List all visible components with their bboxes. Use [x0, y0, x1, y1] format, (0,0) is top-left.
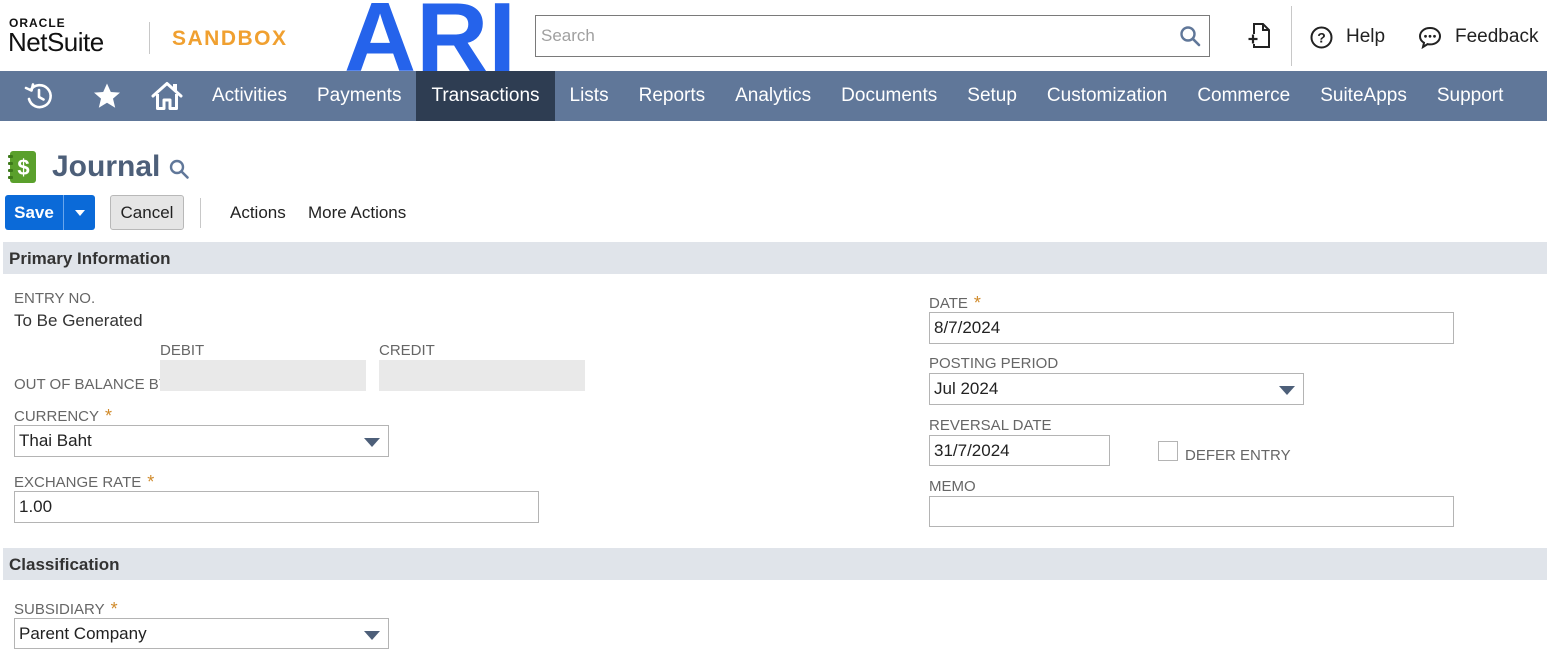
credit-field	[379, 360, 585, 391]
date-label-text: DATE	[929, 295, 968, 312]
nav-activities[interactable]: Activities	[197, 71, 302, 121]
classification-section[interactable]: Classification	[3, 548, 1547, 580]
recent-records-icon[interactable]	[1247, 22, 1273, 50]
reversal-date-input[interactable]: 31/7/2024	[929, 435, 1110, 466]
button-divider	[200, 198, 201, 228]
section-title: Primary Information	[9, 249, 171, 268]
entry-no-label: ENTRY NO.	[14, 290, 96, 307]
defer-entry-label: DEFER ENTRY	[1185, 447, 1291, 464]
nav-transactions[interactable]: Transactions	[416, 71, 555, 121]
caret-down-icon	[74, 209, 85, 216]
global-search	[535, 15, 1210, 57]
reversal-date-value: 31/7/2024	[934, 440, 1010, 460]
subsidiary-value: Parent Company	[19, 623, 147, 643]
debit-field	[160, 360, 366, 391]
save-dropdown-button[interactable]	[64, 195, 95, 230]
nav-support[interactable]: Support	[1422, 71, 1519, 121]
star-icon	[94, 83, 120, 108]
memo-label: MEMO	[929, 478, 976, 495]
nav-commerce[interactable]: Commerce	[1182, 71, 1305, 121]
journal-icon: $	[8, 151, 36, 183]
nav-suiteapps[interactable]: SuiteApps	[1305, 71, 1422, 121]
subsidiary-label: SUBSIDIARY *	[14, 598, 118, 619]
nav-recent-records[interactable]	[0, 71, 77, 121]
exchange-rate-label-text: EXCHANGE RATE	[14, 474, 142, 491]
ari-logo-text: ARI	[344, 0, 516, 71]
debit-label: DEBIT	[160, 342, 205, 359]
required-marker: *	[147, 472, 155, 492]
save-button-group: Save	[5, 195, 95, 230]
required-marker: *	[973, 293, 981, 313]
feedback-label: Feedback	[1455, 26, 1539, 47]
exchange-rate-value: 1.00	[19, 497, 53, 516]
dropdown-arrow-icon	[1279, 386, 1295, 395]
nav-reports[interactable]: Reports	[624, 71, 721, 121]
exchange-rate-label: EXCHANGE RATE *	[14, 471, 154, 492]
save-button[interactable]: Save	[5, 195, 63, 230]
date-label: DATE *	[929, 292, 981, 313]
primary-information-section[interactable]: Primary Information	[3, 242, 1547, 274]
section-title: Classification	[9, 555, 120, 574]
svg-text:?: ?	[1317, 29, 1326, 45]
netsuite-wordmark[interactable]: NetSuite	[8, 27, 104, 58]
entry-no-value: To Be Generated	[14, 311, 143, 330]
search-input[interactable]	[536, 16, 1166, 56]
subsidiary-label-text: SUBSIDIARY	[14, 601, 105, 618]
dropdown-arrow-icon	[364, 438, 380, 447]
help-link[interactable]: ? Help	[1310, 24, 1385, 50]
nav-home[interactable]	[137, 71, 197, 121]
currency-value: Thai Baht	[19, 431, 92, 450]
history-icon	[24, 83, 52, 109]
header-divider	[1291, 6, 1292, 66]
actions-menu[interactable]: Actions	[230, 203, 286, 223]
reversal-date-label: REVERSAL DATE	[929, 417, 1052, 434]
credit-label: CREDIT	[379, 342, 435, 359]
nav-lists[interactable]: Lists	[555, 71, 624, 121]
required-marker: *	[105, 406, 113, 426]
memo-input[interactable]	[929, 496, 1454, 527]
currency-label-text: CURRENCY	[14, 408, 100, 425]
exchange-rate-input[interactable]: 1.00	[14, 491, 539, 523]
page-search-icon[interactable]	[168, 158, 190, 180]
nav-shortcuts[interactable]	[77, 71, 137, 121]
main-nav: Activities Payments Transactions Lists R…	[0, 71, 1547, 121]
currency-select[interactable]: Thai Baht	[14, 425, 389, 457]
ari-logo: ARI	[344, 0, 516, 71]
dropdown-arrow-icon	[364, 631, 380, 640]
feedback-icon	[1418, 26, 1442, 49]
nav-documents[interactable]: Documents	[826, 71, 952, 121]
subsidiary-select[interactable]: Parent Company	[14, 618, 389, 649]
date-value: 8/7/2024	[934, 318, 1001, 337]
out-of-balance-label: OUT OF BALANCE BY	[14, 376, 169, 393]
help-icon: ?	[1310, 26, 1333, 48]
cancel-button[interactable]: Cancel	[110, 195, 184, 230]
nav-customization[interactable]: Customization	[1032, 71, 1182, 121]
search-icon[interactable]	[1179, 25, 1201, 47]
posting-period-select[interactable]: Jul 2024	[929, 373, 1304, 405]
posting-period-value: Jul 2024	[934, 379, 999, 398]
nav-analytics[interactable]: Analytics	[720, 71, 826, 121]
defer-entry-checkbox[interactable]	[1158, 441, 1178, 461]
feedback-link[interactable]: Feedback	[1418, 24, 1538, 50]
sandbox-label: SANDBOX	[172, 27, 288, 50]
nav-payments[interactable]: Payments	[302, 71, 416, 121]
more-actions-menu[interactable]: More Actions	[308, 203, 406, 223]
required-marker: *	[110, 599, 118, 619]
page-title: Journal	[52, 150, 161, 183]
brand-divider	[149, 22, 150, 54]
nav-setup[interactable]: Setup	[952, 71, 1032, 121]
header: ORACLE NetSuite SANDBOX ARI ? Help	[0, 0, 1547, 71]
help-label: Help	[1346, 26, 1386, 47]
home-icon	[151, 82, 183, 110]
date-input[interactable]: 8/7/2024	[929, 312, 1454, 344]
currency-label: CURRENCY *	[14, 405, 112, 426]
svg-text:$: $	[17, 155, 29, 180]
posting-period-label: POSTING PERIOD	[929, 355, 1059, 372]
